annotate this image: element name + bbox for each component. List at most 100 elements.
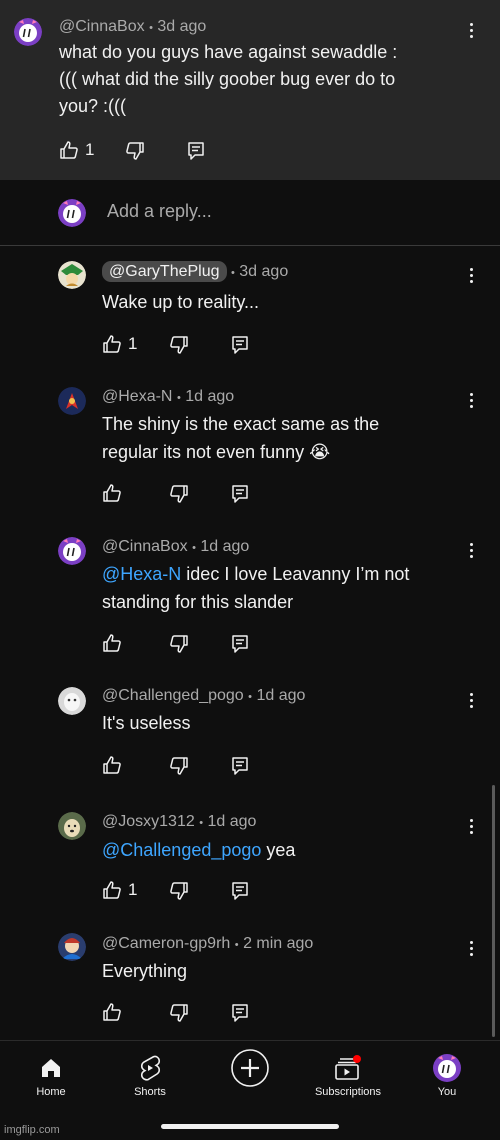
comment-age: 3d ago [239,263,289,280]
mention-link[interactable]: @Hexa-N [102,564,181,584]
avatar[interactable] [58,933,86,961]
scrollbar[interactable] [492,785,495,1037]
comment-text-span: idec I love Leavanny I’m not [181,564,410,584]
more-options-icon[interactable] [467,941,475,959]
separator: • [248,691,252,703]
comment-text: It's useless [102,713,191,733]
thumbs-up-icon [103,756,121,774]
nav-create[interactable] [200,1049,300,1087]
reply-input-bar[interactable]: Add a reply... [0,180,500,246]
separator: • [199,817,204,829]
avatar[interactable] [58,687,86,715]
thumbs-up-icon [103,484,121,502]
watermark: imgflip.com [4,1124,60,1136]
nav-subscriptions[interactable]: Subscriptions [298,1051,398,1098]
more-options-icon[interactable] [467,819,475,837]
avatar[interactable] [58,537,86,565]
thumbs-down-icon [170,336,188,354]
comment-author[interactable]: @GaryThePlug [102,261,227,282]
comment-age: 1d ago [185,388,235,405]
comment-text-line: you? :((( [59,96,127,116]
separator: • [149,22,153,34]
thumbs-down-icon [170,485,188,503]
comment-meta: @Cameron-gp9rh • 2 min ago [102,935,313,953]
shorts-icon [140,1055,161,1081]
avatar [433,1054,461,1082]
reply-button[interactable] [231,880,249,902]
comment-author[interactable]: @Challenged_pogo [102,687,244,704]
more-options-icon[interactable] [467,268,475,286]
reply-button[interactable] [187,140,205,162]
like-count: 1 [128,880,138,899]
reply-button[interactable] [231,483,249,505]
dislike-button[interactable] [169,633,189,655]
like-button[interactable]: 1 [102,333,137,355]
like-button[interactable]: 1 [102,879,137,901]
nav-shorts[interactable]: Shorts [100,1051,200,1098]
avatar [58,199,86,227]
comment-meta: @Hexa-N • 1d ago [102,388,234,406]
nav-you[interactable]: You [397,1051,497,1098]
more-options-icon[interactable] [467,543,475,561]
separator: • [230,267,235,279]
comment-author[interactable]: @Josxy1312 [102,813,195,830]
reply-input[interactable]: Add a reply... [107,201,212,222]
comment-author[interactable]: @CinnaBox [59,18,145,35]
comment-text-line: regular its not even funny 😭 [102,442,331,462]
like-button[interactable] [102,482,122,504]
like-button[interactable]: 1 [59,139,94,161]
more-options-icon[interactable] [467,693,475,711]
reply-button[interactable] [231,334,249,356]
avatar[interactable] [58,812,86,840]
avatar[interactable] [58,261,86,289]
comment-meta: @CinnaBox • 1d ago [102,538,249,556]
reply-icon [232,757,248,775]
comment-text: Wake up to reality... [102,292,260,312]
mention-link[interactable]: @Challenged_pogo [102,840,261,860]
dislike-button[interactable] [169,1002,189,1024]
like-button[interactable] [102,754,122,776]
comment-meta: @GaryThePlug • 3d ago [102,261,289,282]
dislike-button[interactable] [169,880,189,902]
notification-dot [353,1055,361,1063]
comment-age: 1d ago [207,813,257,830]
reply-icon [188,142,204,160]
nav-label: Shorts [134,1086,166,1098]
separator: • [192,542,196,554]
reply-icon [232,1004,248,1022]
like-button[interactable] [102,632,122,654]
home-icon [42,1059,60,1077]
comment-meta: @CinnaBox • 3d ago [59,18,206,36]
thumbs-up-icon [103,881,121,899]
reply-icon [232,882,248,900]
more-options-icon[interactable] [467,393,475,411]
like-button[interactable] [102,1001,122,1023]
comment-age: 1d ago [200,538,250,555]
reply-icon [232,336,248,354]
comment-text-line: standing for this slander [102,592,294,612]
subscriptions-icon [335,1055,361,1080]
dislike-button[interactable] [169,483,189,505]
comment-age: 2 min ago [243,935,314,952]
reply-button[interactable] [231,1002,249,1024]
reply-button[interactable] [231,633,249,655]
parent-comment: @CinnaBox • 3d ago what do you guys have… [0,0,500,180]
comment-text-line: The shiny is the exact same as the [102,414,380,434]
avatar[interactable] [14,18,42,46]
thumbs-up-icon [103,634,121,652]
comment-text-line: what do you guys have against sewaddle : [59,42,398,62]
comment-text: The shiny is the exact same as the regul… [102,410,379,466]
reply-button[interactable] [231,755,249,777]
home-indicator[interactable] [161,1124,339,1129]
avatar[interactable] [58,387,86,415]
dislike-button[interactable] [169,755,189,777]
nav-home[interactable]: Home [1,1051,101,1098]
dislike-button[interactable] [169,334,189,356]
comment-author[interactable]: @CinnaBox [102,538,188,555]
dislike-button[interactable] [125,140,145,162]
comment-author[interactable]: @Cameron-gp9rh [102,935,230,952]
comment-text: Everything [102,961,188,981]
thumbs-down-icon [170,757,188,775]
comment-author[interactable]: @Hexa-N [102,388,172,405]
like-count: 1 [128,334,138,353]
